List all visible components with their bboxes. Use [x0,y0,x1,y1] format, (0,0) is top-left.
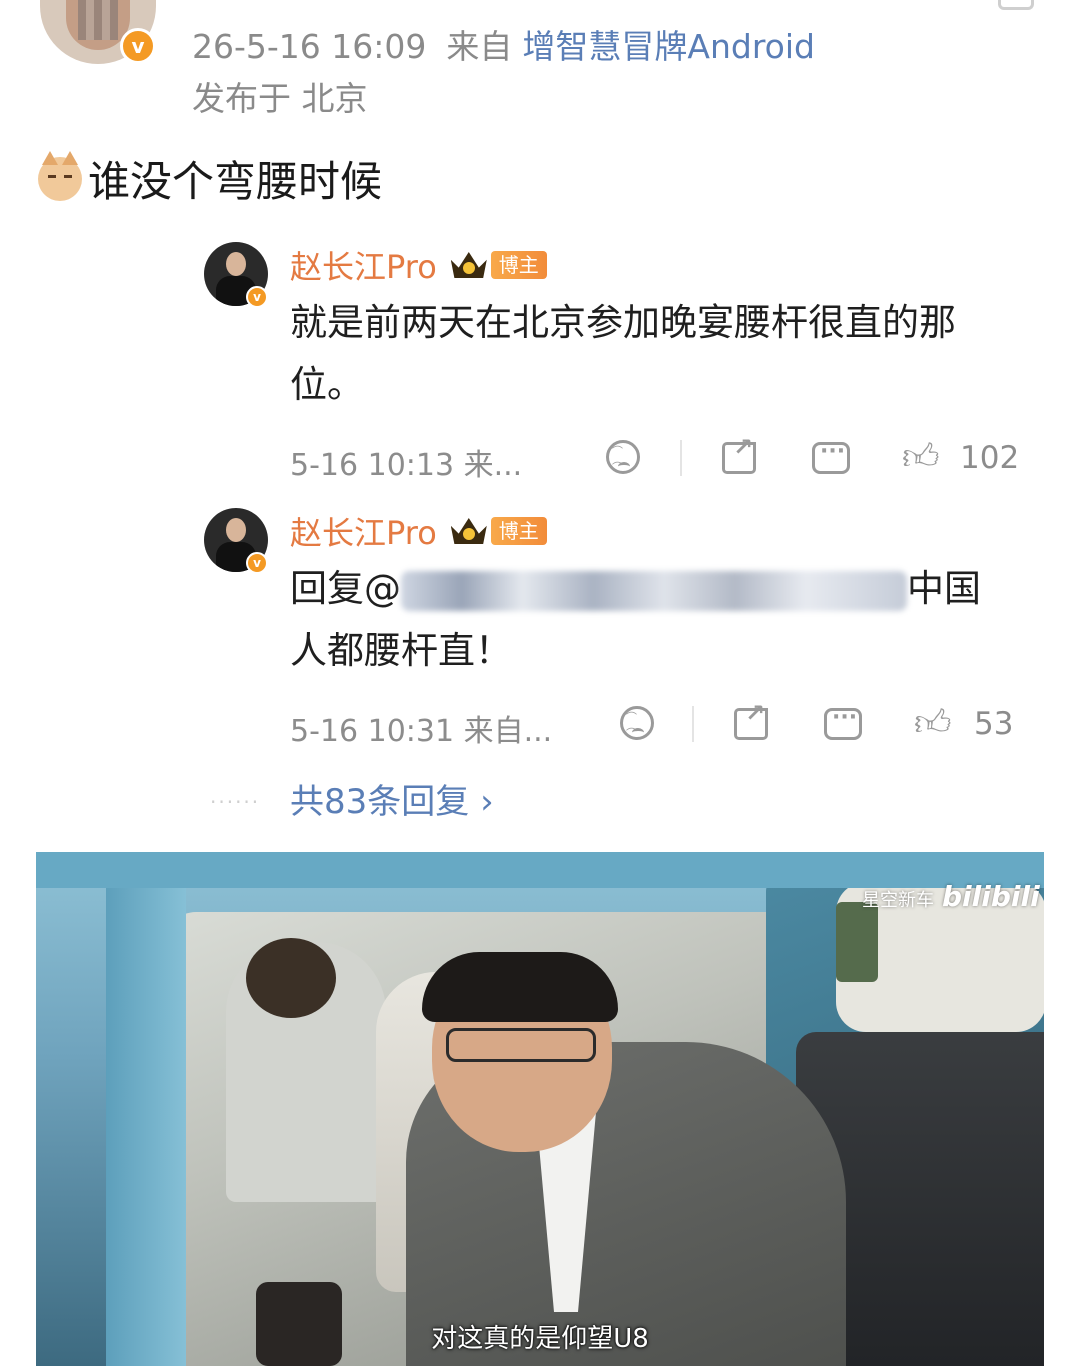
post-header: v 26-5-16 16:09 来自 增智慧冒牌Android 发布于 北京 [0,0,1080,130]
comment-icon[interactable] [824,705,862,740]
blogger-badge: 博主 [490,517,547,545]
comment-author-name[interactable]: 赵长江Pro [290,242,437,288]
post-source-device[interactable]: 增智慧冒牌Android [522,27,815,66]
view-all-replies-link[interactable]: 共83条回复 › [290,774,494,823]
post-location: 发布于 北京 [192,79,368,118]
share-icon[interactable] [722,433,756,474]
comment-author[interactable]: 赵长江Pro 博主 [290,242,547,288]
like-count: 53 [974,706,1014,742]
post-body: 谁没个弯腰时候 [38,148,382,209]
reply-prefix: 回复@ [290,567,401,610]
avatar-mosaic [78,0,118,40]
post-image[interactable]: 星空新车 bilibili 对这真的是仰望U8 [36,852,1044,1366]
verified-icon: v [120,28,156,64]
post-text: 谁没个弯腰时候 [88,157,383,206]
comment-text: 回复@ 中国人都腰杆直！ [290,558,1010,682]
video-watermark: 星空新车 bilibili [862,880,1040,913]
post-meta: 26-5-16 16:09 来自 增智慧冒牌Android [192,20,815,68]
comment-item: v 赵长江Pro 博主 就是前两天在北京参加晚宴腰杆很直的那位。 5-16 10… [194,228,1042,498]
thumbs-up-icon[interactable]: 👍︎ [914,706,952,742]
video-subtitle: 对这真的是仰望U8 [431,1324,649,1354]
comment-icon[interactable] [812,439,850,474]
post-timestamp: 26-5-16 16:09 [192,27,427,66]
divider [692,706,694,742]
post-source-prefix: 来自 [446,27,513,66]
dislike-icon[interactable] [620,706,654,741]
bilibili-logo: bilibili [942,880,1040,913]
like-count: 102 [960,440,1020,476]
cat-face-icon [38,150,82,201]
thumbs-up-icon[interactable]: 👍︎ [902,440,940,476]
watermark-text: 星空新车 [862,890,934,911]
bookmark-icon[interactable] [998,0,1034,10]
comment-author-name[interactable]: 赵长江Pro [290,508,437,554]
comment-author[interactable]: 赵长江Pro 博主 [290,508,547,554]
share-icon[interactable] [734,699,768,740]
comment-meta: 5-16 10:31 来自... [290,714,553,749]
verified-icon: v [246,286,268,308]
door-frame [36,852,1044,1366]
blogger-badge: 博主 [490,251,547,279]
crown-icon [449,514,491,548]
blurred-mention[interactable] [401,570,907,611]
crown-icon [449,248,491,282]
reply-dots: ...... [210,784,261,808]
divider [680,440,682,476]
comment-section: v 赵长江Pro 博主 就是前两天在北京参加晚宴腰杆很直的那位。 5-16 10… [194,228,1042,838]
comment-text: 就是前两天在北京参加晚宴腰杆很直的那位。 [290,301,956,406]
comment-meta: 5-16 10:13 来... [290,448,523,483]
dislike-icon[interactable] [606,440,640,475]
comment-item: v 赵长江Pro 博主 回复@ 中国人都腰杆直！ 5-16 10:31 来自...… [194,494,1042,764]
verified-icon: v [246,552,268,574]
